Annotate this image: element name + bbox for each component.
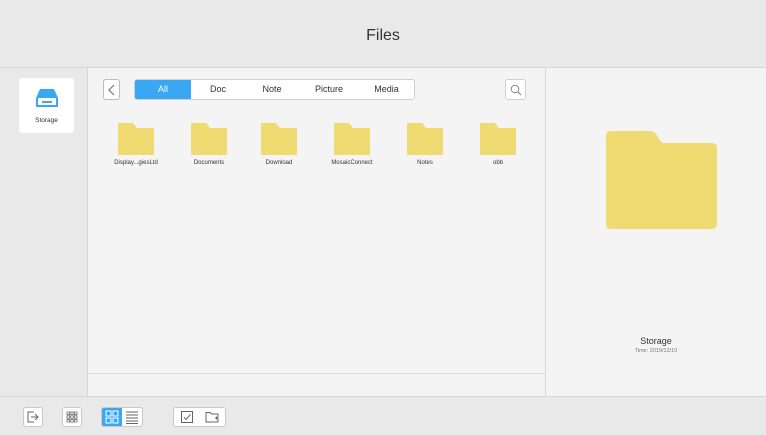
folder-item[interactable]: Notes <box>395 123 455 173</box>
chevron-left-icon <box>108 84 115 96</box>
folder-name: obb <box>492 160 503 166</box>
folder-name: MosaicConnect <box>331 160 373 166</box>
storage-icon <box>36 89 58 107</box>
app-title: Files <box>366 27 400 44</box>
tab-picture[interactable]: Picture <box>299 80 359 99</box>
preview-time: Time: 2019/12/10 <box>634 348 678 354</box>
preview-panel: Storage Time: 2019/12/10 <box>545 68 766 396</box>
file-browser: All Doc Note Picture Media Display...gie… <box>88 68 545 396</box>
preview-folder-icon <box>606 131 717 229</box>
tab-media[interactable]: Media <box>359 80 414 99</box>
search-icon <box>510 84 522 96</box>
new-folder-button[interactable] <box>200 408 225 426</box>
apps-button[interactable] <box>62 407 82 427</box>
sidebar: Storage <box>0 68 88 396</box>
grid-view-button[interactable] <box>102 408 122 426</box>
sidebar-item-label: Storage <box>35 117 58 124</box>
grid-view-icon <box>105 410 119 424</box>
select-button[interactable] <box>174 408 200 426</box>
tab-all[interactable]: All <box>135 80 191 99</box>
action-group <box>173 407 226 427</box>
back-button[interactable] <box>103 79 120 100</box>
folder-icon <box>191 123 227 155</box>
new-folder-icon <box>205 412 219 423</box>
tab-doc[interactable]: Doc <box>191 80 245 99</box>
folder-icon <box>407 123 443 155</box>
bottom-toolbar <box>0 396 766 435</box>
apps-grid-icon <box>66 411 78 423</box>
tab-note[interactable]: Note <box>245 80 299 99</box>
folder-item[interactable]: Documents <box>179 123 239 173</box>
title-bar: Files <box>0 0 766 68</box>
folder-icon <box>261 123 297 155</box>
view-toggle <box>101 407 143 427</box>
folder-name: Documents <box>193 160 225 166</box>
filter-tabs: All Doc Note Picture Media <box>134 79 415 100</box>
folder-item[interactable]: Download <box>249 123 309 173</box>
exit-button[interactable] <box>23 407 43 427</box>
folder-item[interactable]: obb <box>468 123 528 173</box>
folder-icon <box>118 123 154 155</box>
preview-name: Storage <box>640 336 672 346</box>
folder-icon <box>480 123 516 155</box>
folder-item[interactable]: Display...giesLtd <box>106 123 166 173</box>
content-divider <box>88 373 545 374</box>
folder-name: Notes <box>417 160 433 166</box>
exit-icon <box>27 411 39 423</box>
folder-item[interactable]: MosaicConnect <box>322 123 382 173</box>
folder-name: Display...giesLtd <box>114 160 158 166</box>
folder-icon <box>334 123 370 155</box>
list-view-button[interactable] <box>122 408 142 426</box>
sidebar-item-storage[interactable]: Storage <box>19 78 74 133</box>
checkbox-icon <box>181 411 193 423</box>
list-view-icon <box>126 411 138 424</box>
search-button[interactable] <box>505 79 526 100</box>
folder-name: Download <box>265 160 293 166</box>
